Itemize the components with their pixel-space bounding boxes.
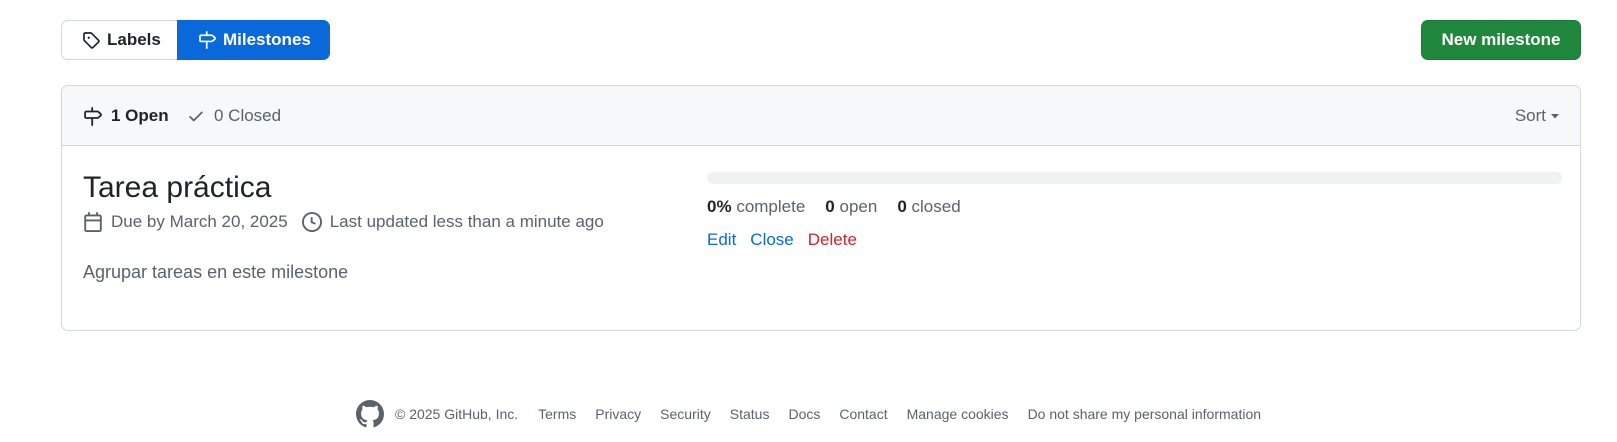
caret-down-icon <box>1550 111 1560 121</box>
footer-link-do-not-share[interactable]: Do not share my personal information <box>1028 406 1261 422</box>
due-date: Due by March 20, 2025 <box>83 212 288 232</box>
closed-count: 0 closed <box>897 197 961 216</box>
labels-tab[interactable]: Labels <box>61 20 177 60</box>
milestones-list: 1 Open 0 Closed Sort Tarea práctica Due … <box>61 85 1581 331</box>
milestones-tab-label: Milestones <box>223 30 311 49</box>
open-filter-label: 1 Open <box>111 106 169 125</box>
milestone-actions: Edit Close Delete <box>707 230 1562 250</box>
edit-link[interactable]: Edit <box>707 230 736 250</box>
open-count: 0 open <box>825 197 878 216</box>
due-date-text: Due by March 20, 2025 <box>111 212 288 231</box>
delete-link[interactable]: Delete <box>808 230 857 250</box>
labels-milestones-subnav: Labels Milestones <box>61 20 330 60</box>
progress-bar <box>707 172 1562 184</box>
open-filter[interactable]: 1 Open <box>83 86 169 146</box>
close-link[interactable]: Close <box>750 230 793 250</box>
milestones-tab[interactable]: Milestones <box>177 20 330 60</box>
footer-link-terms[interactable]: Terms <box>538 406 576 422</box>
footer-link-privacy[interactable]: Privacy <box>595 406 641 422</box>
milestone-description: Agrupar tareas en este milestone <box>83 262 349 282</box>
closed-filter[interactable]: 0 Closed <box>187 86 281 146</box>
clock-icon <box>301 212 322 232</box>
last-updated-text: Last updated less than a minute ago <box>329 212 604 231</box>
new-milestone-button[interactable]: New milestone <box>1421 20 1581 60</box>
closed-filter-label: 0 Closed <box>214 106 282 125</box>
check-icon <box>187 107 205 125</box>
sort-label: Sort <box>1514 106 1546 125</box>
footer-link-security[interactable]: Security <box>660 406 711 422</box>
footer-link-status[interactable]: Status <box>730 406 770 422</box>
milestones-list-header: 1 Open 0 Closed Sort <box>62 86 1580 146</box>
milestone-meta: Due by March 20, 2025 Last updated less … <box>83 212 673 232</box>
footer: © 2025 GitHub, Inc. Terms Privacy Securi… <box>0 400 1617 428</box>
milestone-icon <box>83 106 102 126</box>
tag-icon <box>82 31 100 49</box>
footer-link-contact[interactable]: Contact <box>839 406 887 422</box>
labels-tab-label: Labels <box>107 30 161 49</box>
milestone-title[interactable]: Tarea práctica <box>83 170 673 206</box>
github-logo-icon[interactable] <box>355 400 384 428</box>
footer-copyright: © 2025 GitHub, Inc. <box>394 406 519 422</box>
milestone-stats: 0% complete 0 open 0 closed <box>707 197 1562 217</box>
milestone-icon <box>198 31 216 49</box>
percent-complete: 0% complete <box>707 197 806 216</box>
footer-link-docs[interactable]: Docs <box>788 406 820 422</box>
milestone-item: Tarea práctica Due by March 20, 2025 Las… <box>83 170 673 283</box>
last-updated: Last updated less than a minute ago <box>301 212 604 232</box>
milestone-progress-panel: 0% complete 0 open 0 closed Edit Close D… <box>707 172 1562 250</box>
sort-dropdown[interactable]: Sort <box>1515 86 1560 146</box>
calendar-icon <box>83 212 103 232</box>
footer-link-manage-cookies[interactable]: Manage cookies <box>907 406 1009 422</box>
